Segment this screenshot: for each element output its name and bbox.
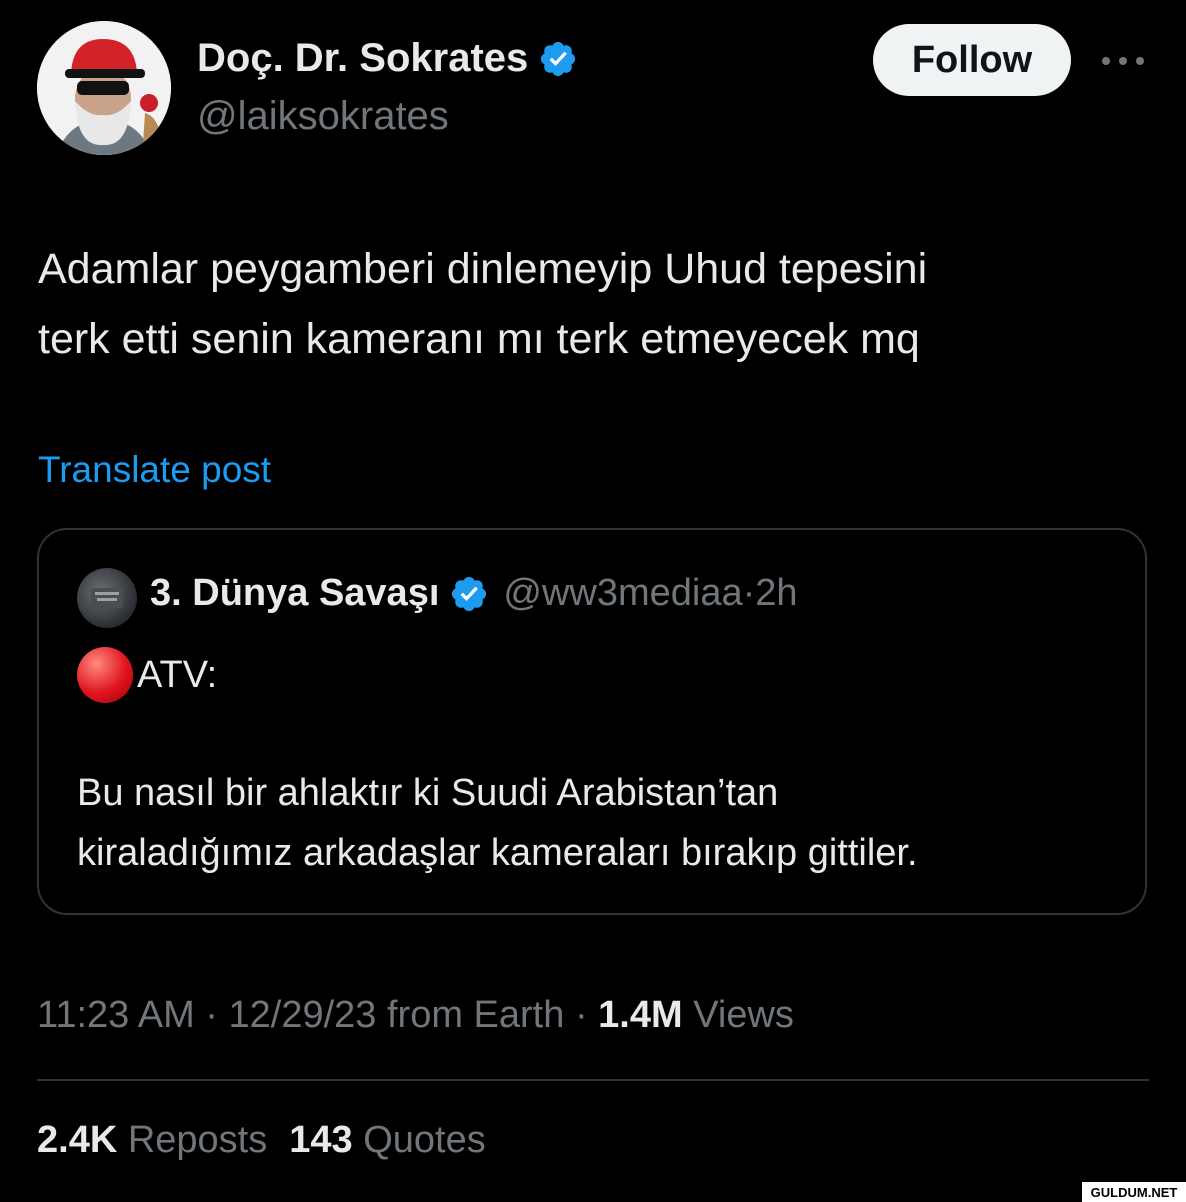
- tweet-time[interactable]: 11:23 AM: [37, 994, 195, 1036]
- tweet-text: Adamlar peygamberi dinlemeyip Uhud tepes…: [38, 234, 1148, 374]
- meta-separator: ·: [564, 994, 599, 1036]
- tweet-location: from Earth: [376, 994, 565, 1036]
- engagement-stats: 2.4K Reposts 143 Quotes: [37, 1119, 486, 1162]
- quoted-first-line: ATV:: [77, 647, 217, 703]
- verified-badge-icon: [452, 576, 487, 611]
- quoted-avatar-image: [91, 588, 123, 608]
- quotes-stat[interactable]: 143 Quotes: [289, 1119, 485, 1161]
- quoted-author-avatar[interactable]: [77, 568, 137, 628]
- live-red-dot-icon: [77, 647, 133, 703]
- quoted-body-line: Bu nasıl bir ahlaktır ki Suudi Arabistan…: [77, 772, 779, 814]
- verified-badge-icon: [541, 41, 576, 76]
- tweet-meta: 11:23 AM · 12/29/23 from Earth · 1.4M Vi…: [37, 994, 794, 1037]
- reposts-count: 2.4K: [37, 1119, 118, 1161]
- reposts-label: Reposts: [117, 1119, 268, 1161]
- quoted-body: Bu nasıl bir ahlaktır ki Suudi Arabistan…: [77, 763, 918, 883]
- quoted-separator: ·: [742, 572, 756, 614]
- tweet-text-line: Adamlar peygamberi dinlemeyip Uhud tepes…: [38, 245, 928, 293]
- follow-button[interactable]: Follow: [873, 24, 1071, 96]
- author-name[interactable]: Doç. Dr. Sokrates: [197, 36, 528, 81]
- views-label: Views: [682, 994, 794, 1036]
- author-avatar-image: [37, 21, 171, 155]
- more-options-icon[interactable]: [1098, 46, 1148, 76]
- quoted-first-line-text: ATV:: [137, 653, 218, 696]
- meta-separator: ·: [194, 994, 229, 1036]
- reposts-stat[interactable]: 2.4K Reposts: [37, 1119, 267, 1161]
- author-name-row: Doç. Dr. Sokrates: [197, 36, 578, 81]
- divider: [37, 1079, 1149, 1081]
- quoted-handle-text: @ww3mediaa: [503, 572, 743, 614]
- quoted-tweet-card[interactable]: 3. Dünya Savaşı @ww3mediaa·2h ATV: Bu na…: [37, 528, 1147, 915]
- views-count: 1.4M: [598, 994, 683, 1036]
- quotes-count: 143: [289, 1119, 353, 1161]
- author-avatar[interactable]: [37, 21, 171, 155]
- tweet-text-line: terk etti senin kameranı mı terk etmeyec…: [38, 315, 920, 363]
- quoted-author-name[interactable]: 3. Dünya Savaşı: [150, 572, 439, 615]
- quotes-label: Quotes: [352, 1119, 486, 1161]
- author-handle[interactable]: @laiksokrates: [197, 94, 449, 139]
- translate-post-link[interactable]: Translate post: [38, 449, 271, 491]
- quoted-body-line: kiraladığımız arkadaşlar kameraları bıra…: [77, 832, 918, 874]
- quoted-author-handle[interactable]: @ww3mediaa·2h: [503, 572, 797, 615]
- watermark: GULDUM.NET: [1082, 1182, 1186, 1202]
- tweet-date[interactable]: 12/29/23: [229, 994, 377, 1036]
- quoted-header: 3. Dünya Savaşı @ww3mediaa·2h: [150, 572, 798, 615]
- quoted-age: 2h: [755, 572, 798, 614]
